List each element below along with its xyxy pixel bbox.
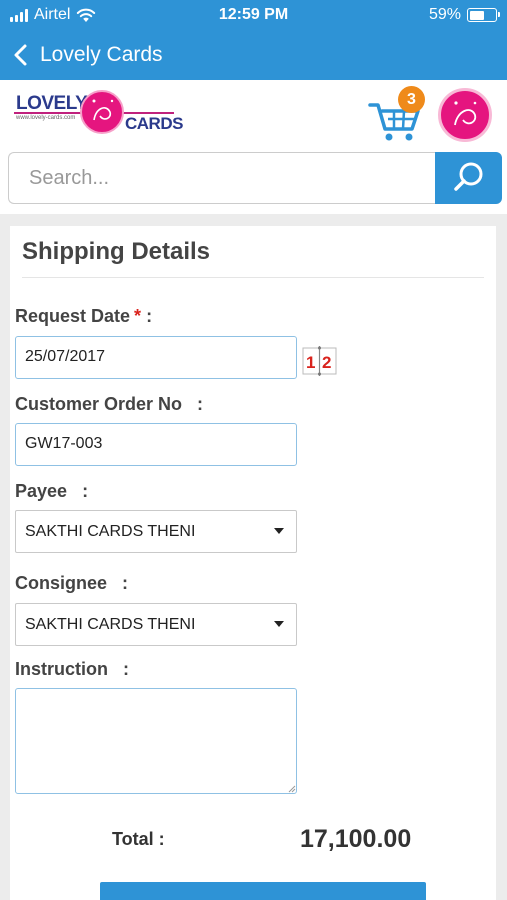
instruction-label-text: Instruction [15, 659, 108, 679]
customer-order-label-text: Customer Order No [15, 394, 183, 414]
logo-word-cards: CARDS [125, 114, 183, 133]
total-value: 17,100.00 [300, 825, 412, 853]
page-title: Shipping Details [22, 238, 211, 265]
nav-title: Lovely Cards [40, 43, 163, 66]
chevron-left-icon[interactable] [8, 40, 36, 70]
cart-count-badge: 3 [398, 86, 425, 113]
battery-icon [467, 8, 500, 22]
dropdown-caret-icon [274, 621, 284, 627]
submit-button[interactable] [100, 882, 426, 900]
title-divider [22, 277, 484, 278]
customer-order-field[interactable]: GW17-003 [15, 423, 297, 466]
resize-grip-icon[interactable] [288, 785, 296, 793]
logo-emblem [80, 90, 124, 134]
payee-label: Payee : [15, 481, 88, 502]
customer-order-label: Customer Order No : [15, 394, 203, 415]
total-label: Total : [112, 829, 165, 849]
payee-colon: : [82, 481, 89, 501]
avatar-emblem [454, 101, 477, 126]
consignee-label: Consignee : [15, 573, 128, 594]
nav-bar: Lovely Cards [0, 30, 507, 80]
status-bar: Airtel 12:59 PM 59% [0, 0, 507, 30]
search-button[interactable] [435, 152, 502, 204]
request-date-field[interactable]: 25/07/2017 [15, 336, 297, 379]
shipping-details-card: Shipping Details Request Date * : 25/07/2… [10, 226, 496, 900]
required-marker: * [134, 306, 142, 326]
payee-selected-value: SAKTHI CARDS THENI [25, 523, 196, 540]
request-date-colon: : [146, 306, 153, 326]
logo-emblem-mark [92, 99, 114, 121]
consignee-colon: : [122, 573, 129, 593]
consignee-select[interactable]: SAKTHI CARDS THENI [15, 603, 297, 646]
calendar-icon-digit-one: 1 [306, 353, 315, 372]
search-icon [454, 162, 483, 191]
request-date-label-text: Request Date [15, 306, 131, 326]
battery-percent: 59% [428, 6, 461, 23]
payee-label-text: Payee [15, 481, 68, 501]
consignee-selected-value: SAKTHI CARDS THENI [25, 616, 196, 633]
customer-order-colon: : [197, 394, 204, 414]
logo-tagline: www.lovely-cards.com [16, 115, 76, 121]
search-bar: Search... [0, 150, 507, 214]
search-input[interactable]: Search... [8, 152, 438, 204]
instruction-colon: : [123, 659, 130, 679]
dropdown-caret-icon [274, 528, 284, 534]
brand-logo[interactable]: LOVELY www.lovely-cards.com CARDS [12, 88, 183, 144]
instruction-label: Instruction : [15, 659, 129, 680]
battery-level [469, 10, 485, 20]
status-right: 59% [428, 6, 500, 24]
calendar-icon-digit-two: 2 [322, 353, 331, 372]
calendar-icon[interactable]: 1 2 [302, 344, 338, 378]
consignee-label-text: Consignee [15, 573, 108, 593]
instruction-textarea[interactable] [15, 688, 297, 794]
app-header: LOVELY www.lovely-cards.com CARDS 3 [0, 80, 507, 150]
payee-select[interactable]: SAKTHI CARDS THENI [15, 510, 297, 553]
request-date-label: Request Date * : [15, 306, 152, 327]
avatar[interactable] [438, 88, 492, 142]
